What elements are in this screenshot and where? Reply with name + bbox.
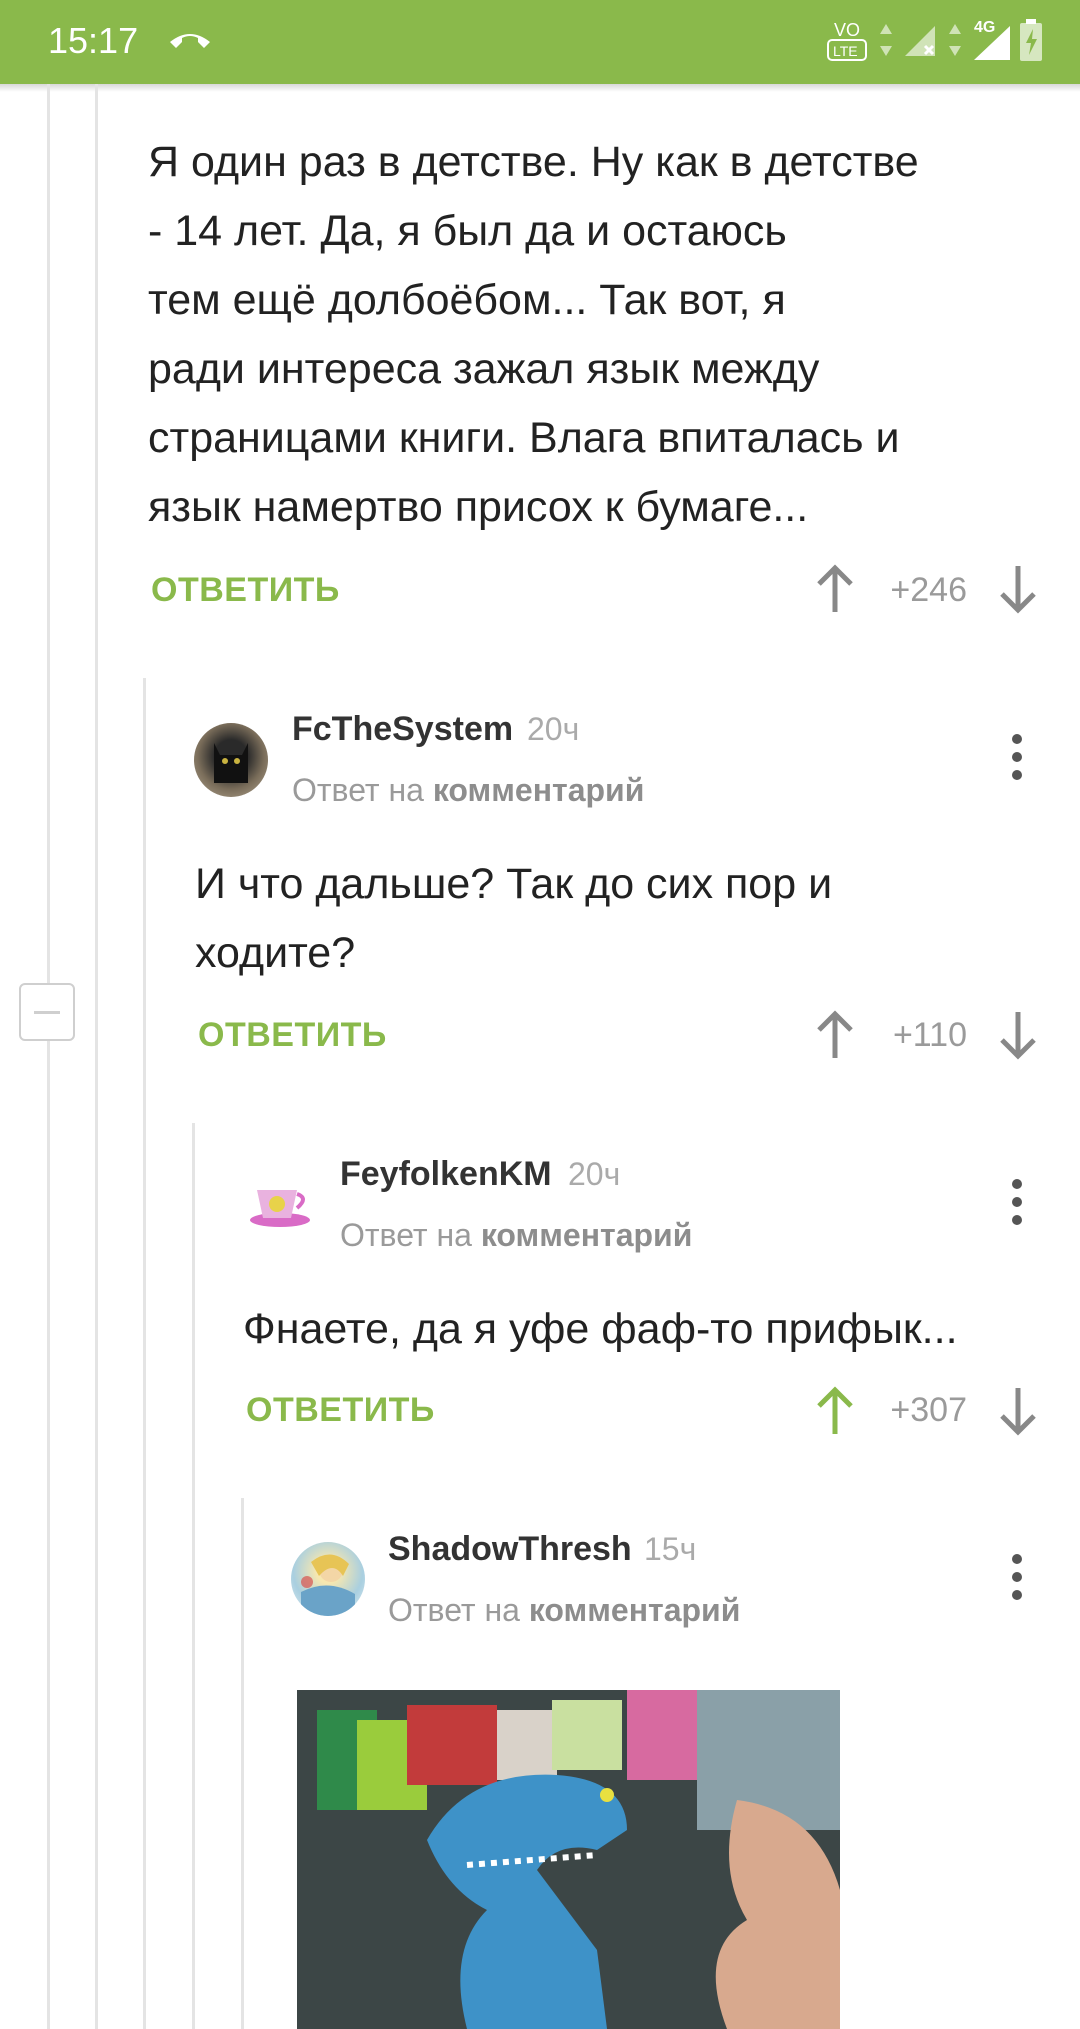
signal-no-data-icon xyxy=(904,26,935,56)
comment-text: Я один раз в детстве. Ну как в детстве -… xyxy=(148,138,919,531)
reply-to-info: Ответ на комментарий xyxy=(340,1217,693,1253)
anime-avatar-icon xyxy=(301,1554,355,1616)
username[interactable]: FcTheSystem xyxy=(292,710,513,749)
status-bar: 15:17 VO LTE 4G xyxy=(0,0,1080,84)
comment-text: Фнаете, да я уфе фаф-то прифык... xyxy=(243,1305,958,1353)
upvote-arrow-icon[interactable] xyxy=(813,564,857,614)
svg-text:VO: VO xyxy=(834,20,860,40)
downvote-arrow-icon[interactable] xyxy=(996,1010,1040,1060)
svg-text:4G: 4G xyxy=(974,19,995,36)
downvote-arrow-icon[interactable] xyxy=(996,1386,1040,1436)
avatar[interactable] xyxy=(291,1542,365,1616)
comment-score: +110 xyxy=(892,1016,967,1054)
dinosaur-toy-photo xyxy=(297,1690,840,2029)
thread-line-level-1 xyxy=(95,84,98,2029)
volte-icon: VO LTE xyxy=(826,20,867,61)
status-time: 15:17 xyxy=(48,20,139,61)
comment-time: 15ч xyxy=(644,1531,697,1567)
data-activity-icon xyxy=(880,24,893,56)
username[interactable]: FeyfolkenKM xyxy=(340,1155,552,1194)
downvote-arrow-icon[interactable] xyxy=(996,564,1040,614)
comment-score: +246 xyxy=(890,571,967,609)
username[interactable]: ShadowThresh xyxy=(388,1530,632,1569)
reply-to-comment-link[interactable]: комментарий xyxy=(481,1217,693,1253)
battery-charging-icon xyxy=(1020,19,1042,61)
toolbar-shadow xyxy=(0,84,1080,92)
comment-image[interactable] xyxy=(297,1690,840,2029)
thread-line-level-4 xyxy=(241,1498,244,2029)
cat-avatar-icon xyxy=(214,743,248,783)
svg-text:LTE: LTE xyxy=(833,43,858,59)
reply-button[interactable]: ОТВЕТИТЬ xyxy=(198,1016,387,1055)
more-options-icon[interactable] xyxy=(1010,1179,1024,1227)
reply-to-info: Ответ на комментарий xyxy=(292,772,645,808)
avatar[interactable] xyxy=(194,723,268,797)
reply-button[interactable]: ОТВЕТИТЬ xyxy=(246,1391,435,1430)
thread-line-level-0 xyxy=(47,84,50,2029)
signal-4g-icon: 4G xyxy=(973,19,1010,60)
reply-button[interactable]: ОТВЕТИТЬ xyxy=(151,571,340,610)
teacup-avatar-icon xyxy=(250,1190,310,1227)
call-in-progress-icon xyxy=(170,34,210,48)
status-icons: VO LTE 4G xyxy=(824,14,1044,66)
avatar[interactable] xyxy=(243,1168,317,1242)
reply-to-comment-link[interactable]: комментарий xyxy=(433,772,645,808)
upvote-arrow-icon[interactable] xyxy=(813,1386,857,1436)
collapse-thread-button[interactable] xyxy=(19,983,75,1041)
comment-score: +307 xyxy=(890,1391,967,1429)
comment-time: 20ч xyxy=(527,711,580,747)
reply-to-comment-link[interactable]: комментарий xyxy=(529,1592,741,1628)
comment-time: 20ч xyxy=(568,1156,621,1192)
thread-line-level-3 xyxy=(192,1123,195,2029)
more-options-icon[interactable] xyxy=(1010,734,1024,782)
comment-text: И что дальше? Так до сих пор и ходите? xyxy=(195,860,833,977)
thread-line-level-2 xyxy=(143,678,146,2029)
more-options-icon[interactable] xyxy=(1010,1554,1024,1602)
data-arrows-icon xyxy=(949,24,962,56)
reply-to-info: Ответ на комментарий xyxy=(388,1592,741,1628)
upvote-arrow-icon[interactable] xyxy=(813,1010,857,1060)
